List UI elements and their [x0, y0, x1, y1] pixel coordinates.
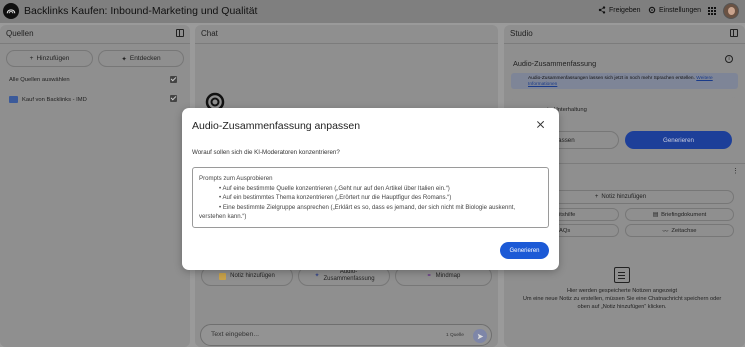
plus-icon: +	[29, 55, 34, 62]
chat-input-placeholder: Text eingeben...	[211, 331, 259, 338]
divider	[504, 43, 745, 44]
avatar[interactable]	[723, 3, 739, 19]
document-icon	[9, 96, 18, 103]
timeline-icon: 〰	[662, 229, 669, 235]
settings-label: Einstellungen	[659, 6, 702, 14]
source-count: 1 Quelle	[446, 333, 464, 338]
banner-text: Audio-Zusammenfassungen lassen sich jetz…	[528, 76, 695, 81]
briefing-icon: ▤	[652, 211, 659, 218]
dialog-generate-button[interactable]: Generieren	[500, 242, 549, 259]
app-logo-icon[interactable]	[3, 3, 19, 19]
settings-button[interactable]: Einstellungen	[648, 6, 701, 14]
collapse-sources-icon[interactable]	[176, 29, 184, 37]
timeline-button[interactable]: 〰 Zeitachse	[625, 224, 734, 237]
source-item[interactable]: Kauf von Backlinks - IMD	[9, 96, 87, 103]
divider	[195, 43, 498, 44]
share-icon	[598, 6, 606, 14]
info-icon[interactable]: i	[725, 55, 733, 63]
chat-heading: Chat	[201, 29, 218, 38]
audio-overview-title: Audio-Zusammenfassung	[513, 59, 597, 68]
timeline-label: Zeitachse	[671, 227, 697, 234]
sources-panel: Quellen + Hinzufügen ✦ Entdecken Alle Qu…	[0, 25, 190, 347]
sources-heading: Quellen	[6, 29, 34, 38]
sparkle-icon: ✦	[314, 272, 320, 279]
discover-label: Entdecken	[129, 55, 161, 62]
close-icon[interactable]	[536, 120, 546, 130]
focus-textarea[interactable]: Prompts zum Ausprobieren • Auf eine best…	[192, 167, 549, 228]
add-note-chip-label: Notiz hinzufügen	[230, 272, 275, 279]
mindmap-chip-label: Mindmap	[435, 272, 461, 279]
briefing-doc-label: Briefingdokument	[661, 211, 707, 218]
prompt-example-2: • Auf ein bestimmtes Thema konzentrieren…	[219, 194, 452, 201]
notes-empty-title: Hier werden gespeicherte Notizen angezei…	[566, 288, 678, 294]
more-options-icon[interactable]: ⋮	[732, 167, 739, 175]
collapse-studio-icon[interactable]	[730, 29, 738, 37]
prompts-heading: Prompts zum Ausprobieren	[199, 175, 273, 182]
divider	[0, 43, 190, 44]
discover-icon: ✦	[121, 55, 127, 63]
select-all-row: Alle Quellen auswählen	[9, 77, 70, 83]
notes-icon	[614, 267, 630, 283]
add-source-button[interactable]: + Hinzufügen	[6, 50, 93, 67]
apps-grid-icon[interactable]	[708, 7, 716, 15]
top-bar: Backlinks Kaufen: Inbound-Marketing und …	[0, 0, 745, 23]
add-source-label: Hinzufügen	[36, 55, 70, 62]
chat-input[interactable]: Text eingeben... 1 Quelle	[200, 324, 492, 346]
share-button[interactable]: Freigeben	[598, 6, 641, 14]
source-checkbox[interactable]	[170, 95, 177, 102]
prompt-example-3: • Eine bestimmte Zielgruppe ansprechen (…	[219, 203, 516, 211]
dialog-title: Audio-Zusammenfassung anpassen	[192, 120, 361, 132]
select-all-checkbox[interactable]	[170, 76, 177, 83]
studio-generate-button[interactable]: Generieren	[625, 131, 732, 149]
discover-sources-button[interactable]: ✦ Entdecken	[98, 50, 184, 67]
send-icon	[477, 333, 483, 339]
dialog-question: Worauf sollen sich die KI-Moderatoren ko…	[192, 149, 340, 156]
prompt-example-3-cont: verstehen kann.“)	[199, 213, 247, 220]
notebook-title[interactable]: Backlinks Kaufen: Inbound-Marketing und …	[24, 5, 257, 17]
briefing-doc-button[interactable]: ▤ Briefingdokument	[625, 208, 734, 221]
customize-audio-dialog: Audio-Zusammenfassung anpassen Worauf so…	[182, 108, 559, 270]
share-label: Freigeben	[609, 6, 641, 14]
send-button[interactable]	[473, 329, 487, 343]
studio-heading: Studio	[510, 29, 533, 38]
note-icon	[219, 272, 227, 280]
mindmap-icon: ⚭	[426, 272, 432, 279]
select-all-label: Alle Quellen auswählen	[9, 77, 70, 83]
source-item-label: Kauf von Backlinks - IMD	[22, 96, 87, 103]
notes-empty-line1: Um eine neue Notiz zu erstellen, müssen …	[522, 296, 722, 302]
gear-icon	[648, 6, 656, 14]
audio-overview-chip-label: Audio-Zusammenfassung	[323, 269, 375, 282]
language-banner: Audio-Zusammenfassungen lassen sich jetz…	[511, 73, 738, 89]
studio-add-note-label: Notiz hinzufügen	[601, 194, 647, 200]
notes-empty-line2: oben auf „Notiz hinzufügen“ klicken.	[577, 304, 667, 310]
plus-icon: +	[594, 194, 599, 200]
prompt-example-1: • Auf eine bestimmte Quelle konzentriere…	[219, 184, 450, 192]
